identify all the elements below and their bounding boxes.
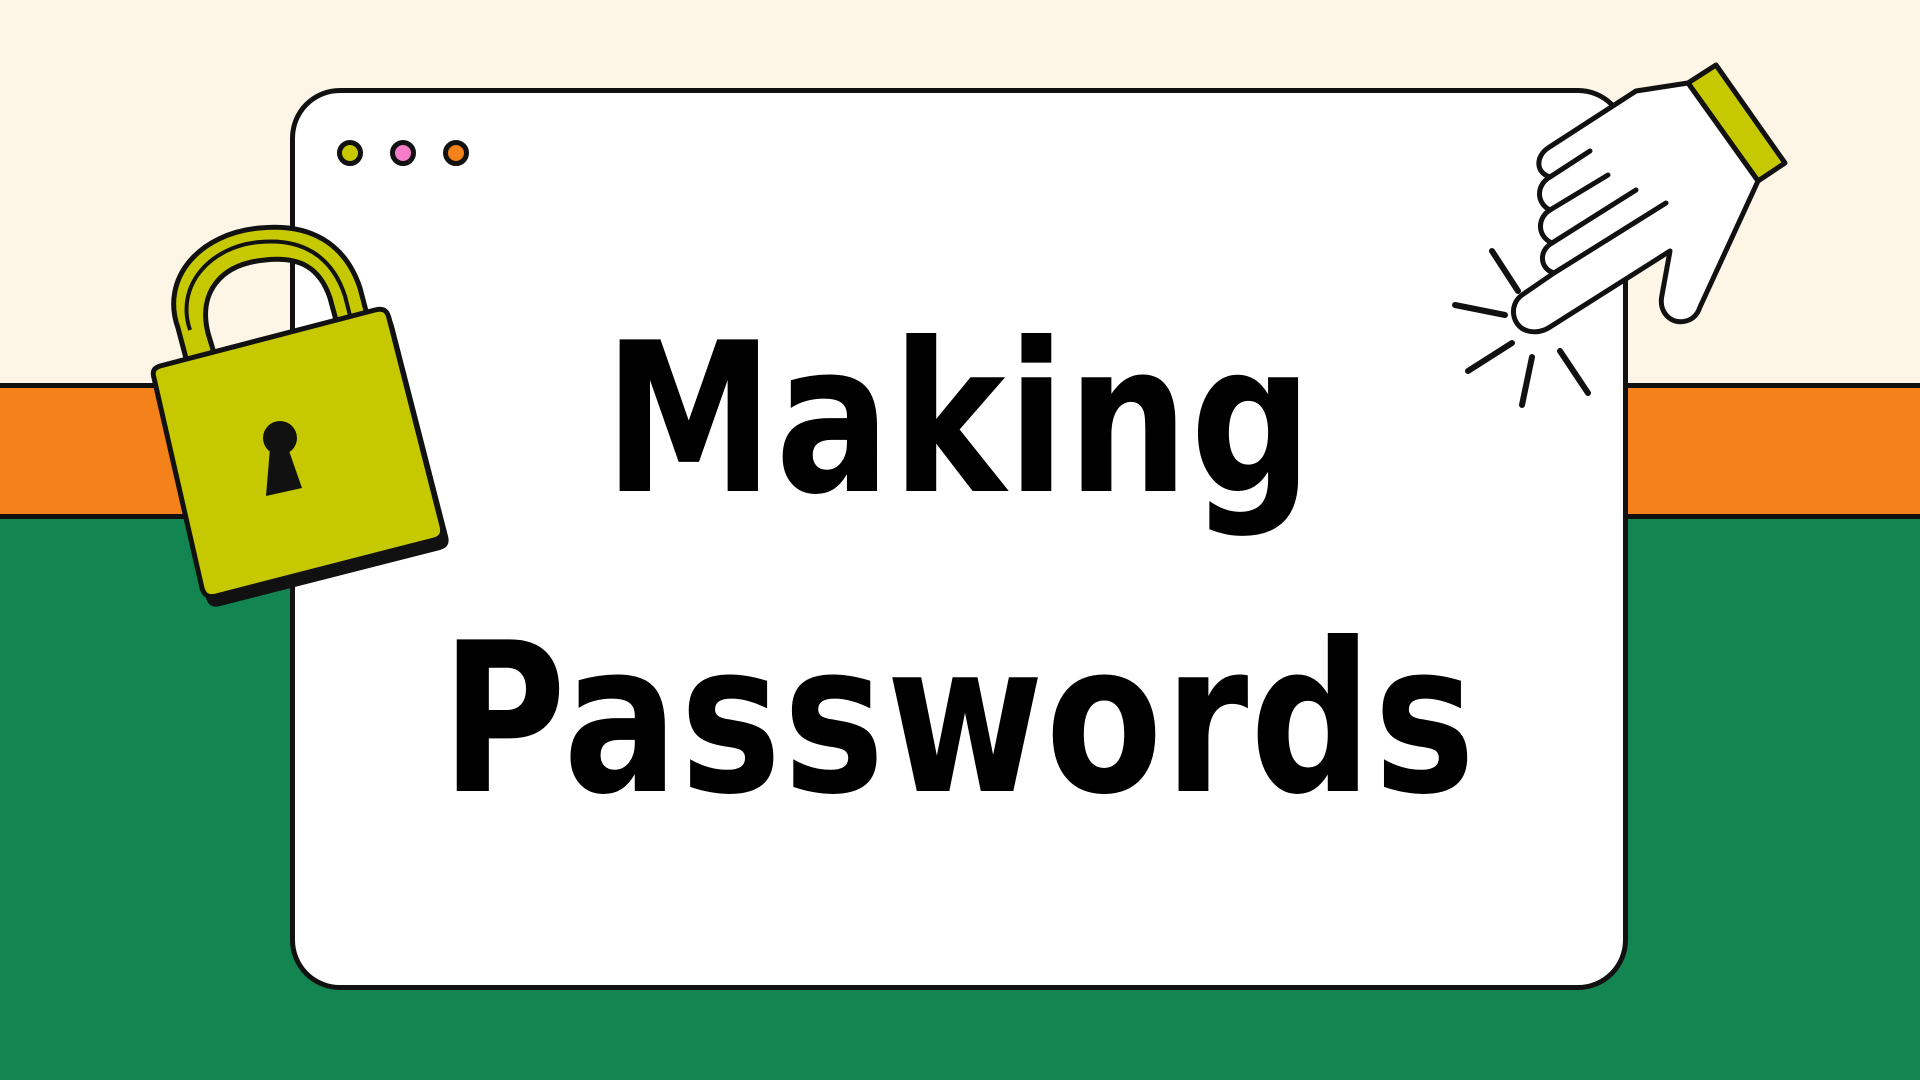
slide: Making Passwords [0, 0, 1920, 1080]
window-dot-yellow [337, 140, 363, 166]
window-dot-orange [443, 140, 469, 166]
window-dot-pink [390, 140, 416, 166]
title-line-2: Passwords [441, 599, 1477, 841]
pointing-hand-icon [1452, 62, 1788, 408]
title-line-1: Making [603, 299, 1315, 541]
page-title: Making Passwords [410, 270, 1507, 870]
padlock-icon [150, 224, 449, 607]
